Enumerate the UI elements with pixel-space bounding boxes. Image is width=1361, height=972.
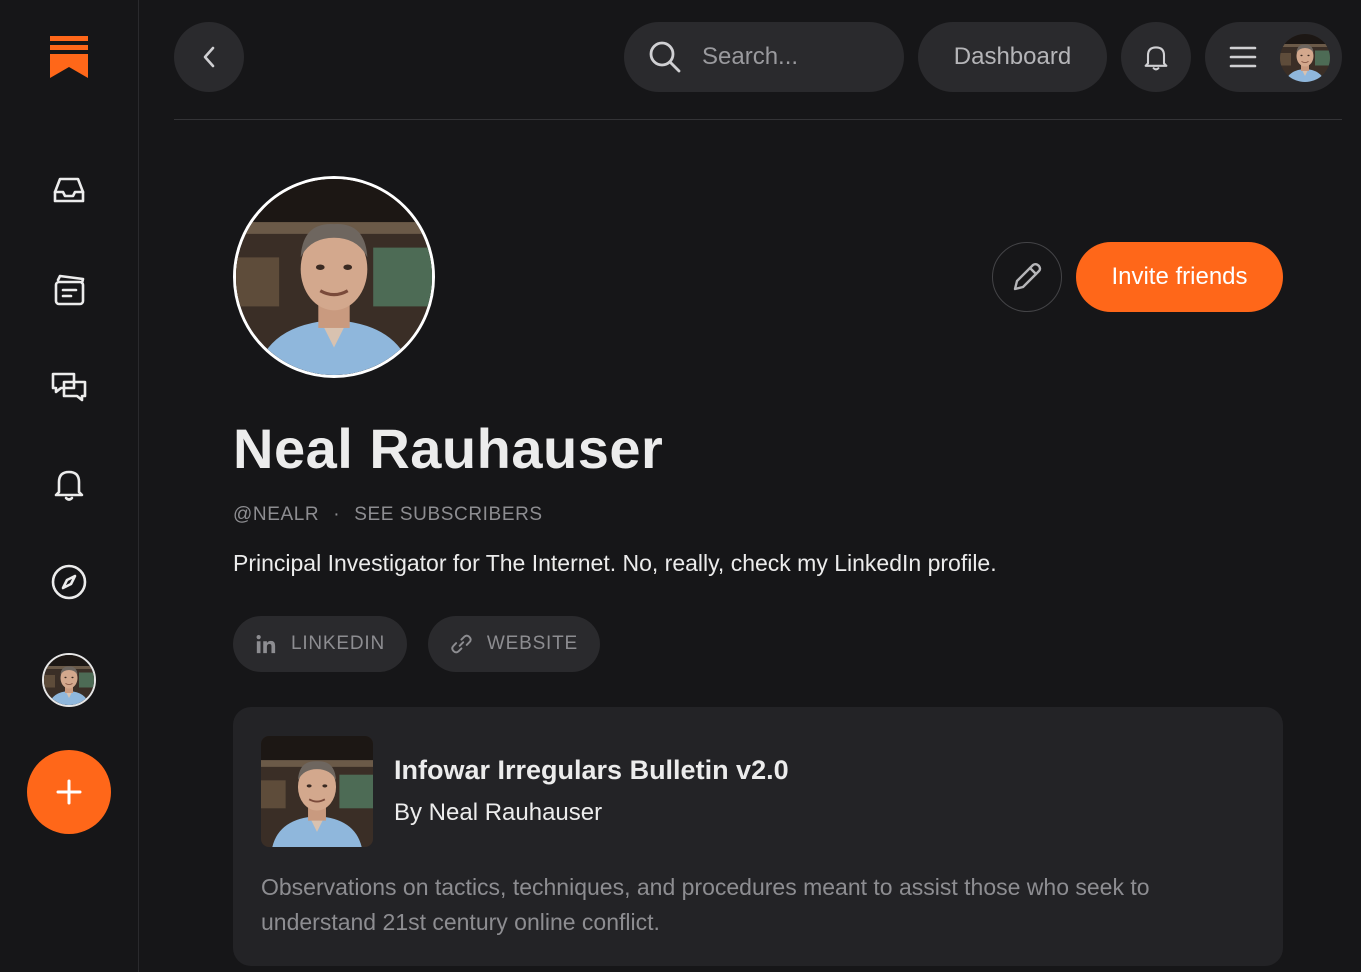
website-link[interactable]: WEBSITE [428, 616, 600, 672]
publication-author: By Neal Rauhauser [394, 799, 603, 826]
linkedin-icon [256, 635, 276, 654]
publication-card[interactable]: Infowar Irregulars Bulletin v2.0 By Neal… [233, 707, 1283, 966]
explore-compass-icon[interactable] [44, 557, 94, 607]
bell-icon[interactable] [44, 459, 94, 509]
account-menu-button[interactable] [1205, 22, 1342, 92]
top-bar: Dashboard [174, 22, 1342, 92]
notifications-button[interactable] [1121, 22, 1191, 92]
separator: · [333, 504, 341, 525]
search-bar[interactable] [624, 22, 904, 92]
chevron-left-icon [203, 46, 215, 68]
chat-icon[interactable] [44, 362, 94, 412]
linkedin-label: LINKEDIN [290, 633, 385, 654]
avatar[interactable] [42, 653, 96, 707]
search-icon [649, 41, 681, 73]
profile-meta: @NEALR · SEE SUBSCRIBERS [233, 504, 543, 526]
profile-handle: @NEALR [233, 504, 320, 525]
search-input[interactable] [700, 42, 884, 72]
posts-icon[interactable] [44, 265, 94, 315]
substack-logo-icon[interactable] [50, 36, 88, 78]
plus-icon [56, 779, 82, 805]
avatar [1280, 34, 1330, 82]
bell-icon [1144, 46, 1168, 71]
link-icon [451, 634, 472, 654]
pencil-icon [1013, 263, 1042, 291]
menu-icon [1229, 46, 1257, 68]
dashboard-button[interactable]: Dashboard [918, 22, 1107, 92]
create-button[interactable] [27, 750, 111, 834]
profile-bio: Principal Investigator for The Internet.… [233, 550, 997, 576]
profile-avatar [233, 176, 435, 378]
divider [174, 119, 1342, 120]
publication-thumbnail [261, 736, 373, 847]
linkedin-link[interactable]: LINKEDIN [233, 616, 407, 672]
see-subscribers-link[interactable]: SEE SUBSCRIBERS [354, 504, 543, 526]
publication-title[interactable]: Infowar Irregulars Bulletin v2.0 [394, 755, 789, 786]
profile-name: Neal Rauhauser [233, 417, 664, 480]
inbox-icon[interactable] [44, 165, 94, 215]
back-button[interactable] [174, 22, 244, 92]
website-label: WEBSITE [486, 633, 578, 654]
edit-profile-button[interactable] [992, 242, 1062, 312]
publication-description: Observations on tactics, techniques, and… [261, 874, 1150, 935]
sidebar [0, 0, 139, 972]
invite-friends-button[interactable]: Invite friends [1076, 242, 1283, 312]
